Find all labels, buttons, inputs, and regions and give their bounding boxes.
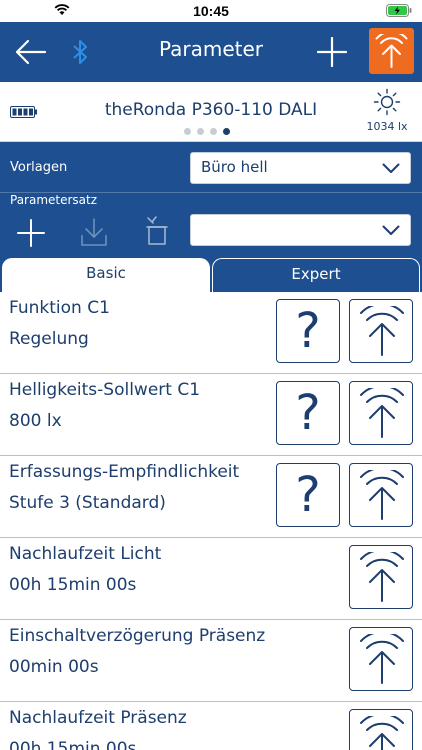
trash-icon[interactable] (144, 215, 170, 247)
parametersatz-dropdown[interactable] (190, 214, 411, 246)
page-dot[interactable] (197, 128, 204, 135)
parameter-name: Helligkeits-Sollwert C1 (9, 380, 201, 400)
page-dot-active[interactable] (223, 128, 230, 135)
parameter-row[interactable]: Funktion C1 Regelung ? (0, 292, 422, 374)
page-dot[interactable] (210, 128, 217, 135)
parameter-value: 00min 00s (9, 657, 99, 677)
parameter-value: Regelung (9, 329, 89, 349)
parameter-value: 00h 15min 00s (9, 739, 137, 750)
parameter-value: 00h 15min 00s (9, 575, 137, 595)
tab-bar: Basic Expert (0, 258, 422, 292)
download-icon[interactable] (80, 217, 108, 247)
parameter-row[interactable]: Helligkeits-Sollwert C1 800 lx ? (0, 374, 422, 456)
parameter-name: Erfassungs-Empfindlichkeit (9, 462, 240, 482)
vorlagen-selected: Büro hell (201, 158, 268, 176)
sun-icon (373, 88, 401, 116)
parameter-row[interactable]: Nachlaufzeit Präsenz 00h 15min 00s (0, 702, 422, 750)
page-dot[interactable] (184, 128, 191, 135)
parameter-row[interactable]: Erfassungs-Empfindlichkeit Stufe 3 (Stan… (0, 456, 422, 538)
send-parameter-button[interactable] (349, 709, 413, 750)
transmit-icon (360, 306, 404, 356)
transmit-icon (360, 634, 404, 684)
transmit-icon (360, 716, 404, 750)
status-bar: 10:45 (0, 0, 422, 22)
page-title: Parameter (158, 37, 264, 61)
vorlagen-dropdown[interactable]: Büro hell (190, 152, 411, 184)
chevron-down-icon (382, 163, 400, 173)
parametersatz-label: Parametersatz (10, 193, 98, 207)
question-mark-icon: ? (295, 303, 321, 359)
transmit-button[interactable] (369, 28, 414, 74)
chevron-down-icon (382, 225, 400, 235)
send-parameter-button[interactable] (349, 463, 413, 527)
device-name: theRonda P360-110 DALI (104, 100, 318, 120)
parameter-name: Nachlaufzeit Licht (9, 544, 162, 564)
send-parameter-button[interactable] (349, 545, 413, 609)
plus-icon[interactable] (316, 36, 348, 68)
device-header: theRonda P360-110 DALI 1034 lx (0, 82, 422, 142)
help-button[interactable]: ? (276, 381, 340, 445)
battery-charging-icon (386, 4, 412, 17)
help-button[interactable]: ? (276, 463, 340, 527)
parameter-row[interactable]: Einschaltverzögerung Präsenz 00min 00s (0, 620, 422, 702)
parameter-name: Funktion C1 (9, 298, 110, 318)
transmit-icon (375, 34, 408, 68)
parameter-value: Stufe 3 (Standard) (9, 493, 166, 513)
parameter-name: Einschaltverzögerung Präsenz (9, 626, 266, 646)
send-parameter-button[interactable] (349, 627, 413, 691)
add-parameter-set-icon[interactable] (16, 218, 46, 248)
tab-basic[interactable]: Basic (2, 258, 210, 292)
question-mark-icon: ? (295, 467, 321, 523)
page-indicator[interactable] (184, 128, 236, 136)
tab-expert[interactable]: Expert (212, 258, 420, 292)
parameter-name: Nachlaufzeit Präsenz (9, 708, 187, 728)
help-button[interactable]: ? (276, 299, 340, 363)
transmit-icon (360, 470, 404, 520)
vorlagen-label: Vorlagen (10, 160, 68, 175)
parameter-list[interactable]: Funktion C1 Regelung ? Helligkeits-Sollw… (0, 292, 422, 750)
send-parameter-button[interactable] (349, 381, 413, 445)
send-parameter-button[interactable] (349, 299, 413, 363)
parameter-value: 800 lx (9, 411, 62, 431)
nav-bar: Parameter (0, 22, 422, 82)
transmit-icon (360, 552, 404, 602)
settings-panel: Vorlagen Büro hell Parametersatz (0, 142, 422, 258)
transmit-icon (360, 388, 404, 438)
status-time: 10:45 (193, 3, 229, 19)
parameter-row[interactable]: Nachlaufzeit Licht 00h 15min 00s (0, 538, 422, 620)
question-mark-icon: ? (295, 385, 321, 441)
lux-reading: 1034 lx (366, 120, 408, 133)
